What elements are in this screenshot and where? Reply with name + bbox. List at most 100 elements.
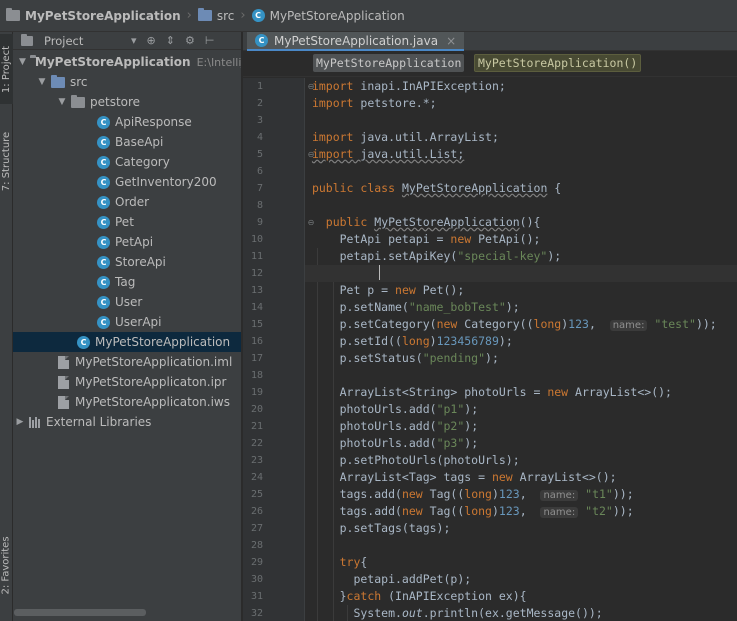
tree-file-item[interactable]: MyPetStoreApplicaton.iws bbox=[13, 392, 241, 412]
line-number: 32 bbox=[250, 608, 263, 619]
line-number: 7 bbox=[256, 183, 263, 194]
line-number: 26 bbox=[250, 506, 263, 517]
structure-tool-tab[interactable]: 7: Structure bbox=[0, 120, 13, 202]
code-area[interactable]: import inapi.InAPIException; import pets… bbox=[305, 78, 737, 621]
code-line: public MyPetStoreApplication(){ bbox=[325, 215, 541, 229]
line-number-gutter: 1 ⊖ 2 3 4 5 ⊖ 6 7 8 9 ⊖ 10 11 12 13 14 15 16 17 18 19 20 21 22 23… bbox=[243, 78, 314, 621]
line-number: 10 bbox=[250, 234, 263, 245]
line-number: 20 bbox=[250, 404, 263, 415]
gear-icon[interactable]: ⚙ bbox=[185, 34, 195, 47]
collapse-all-icon[interactable]: ⇕ bbox=[166, 34, 175, 47]
line-number: 27 bbox=[250, 523, 263, 534]
breadcrumb-src[interactable]: src bbox=[194, 0, 239, 31]
code-line: petapi.setApiKey("special-key"); bbox=[305, 249, 562, 263]
code-line: p.setCategory(new Category((long)123, na… bbox=[305, 317, 717, 331]
tree-class-item[interactable]: C Tag bbox=[13, 272, 241, 292]
code-line: p.setName("name_bobTest"); bbox=[305, 300, 520, 314]
line-number: 13 bbox=[250, 285, 263, 296]
class-icon: C bbox=[255, 34, 268, 47]
breadcrumb-file[interactable]: C MyPetStoreApplication bbox=[248, 0, 409, 31]
editor-tab-bar: C MyPetStoreApplication.java × bbox=[243, 32, 737, 51]
class-icon: C bbox=[97, 195, 110, 209]
collapse-arrow-icon[interactable]: ▶ bbox=[15, 417, 25, 427]
breadcrumb-project[interactable]: MyPetStoreApplication bbox=[2, 0, 185, 31]
class-icon: C bbox=[97, 235, 110, 249]
expand-arrow-icon[interactable]: ▼ bbox=[19, 57, 26, 67]
line-number: 3 bbox=[256, 115, 263, 126]
navigation-bar: MyPetStoreApplication › src › C MyPetSto… bbox=[0, 0, 737, 32]
code-line: photoUrls.add("p3"); bbox=[305, 436, 479, 450]
project-view-icon bbox=[21, 33, 33, 46]
breadcrumb-separator-icon: › bbox=[186, 8, 192, 23]
expand-arrow-icon[interactable]: ▼ bbox=[57, 97, 67, 107]
expand-arrow-icon[interactable]: ▼ bbox=[37, 77, 47, 87]
code-line: petapi.addPet(p); bbox=[305, 572, 472, 586]
code-line: photoUrls.add("p1"); bbox=[305, 402, 479, 416]
tree-class-item[interactable]: C BaseApi bbox=[13, 132, 241, 152]
class-icon: C bbox=[97, 295, 110, 309]
breadcrumb-separator-icon: › bbox=[240, 8, 246, 23]
tree-class-item[interactable]: C User bbox=[13, 292, 241, 312]
tree-class-item[interactable]: C PetApi bbox=[13, 232, 241, 252]
text-caret bbox=[379, 265, 380, 280]
file-icon bbox=[58, 355, 69, 369]
tree-package-folder[interactable]: ▼ petstore bbox=[13, 92, 241, 112]
library-icon bbox=[29, 416, 40, 428]
line-number: 21 bbox=[250, 421, 263, 432]
class-icon: C bbox=[97, 175, 110, 189]
horizontal-scrollbar[interactable] bbox=[14, 609, 146, 616]
tree-main-class-selected[interactable]: C MyPetStoreApplication bbox=[13, 332, 241, 352]
class-icon: C bbox=[97, 255, 110, 269]
class-breadcrumb-chip[interactable]: MyPetStoreApplication bbox=[313, 54, 465, 72]
tree-file-item[interactable]: MyPetStoreApplication.iml bbox=[13, 352, 241, 372]
tree-root[interactable]: ▼ MyPetStoreApplication E:\IntelliJP bbox=[13, 52, 241, 72]
line-number: 2 bbox=[256, 98, 263, 109]
project-panel-header: Project ▾ ⊕ ⇕ ⚙ ⊢ bbox=[13, 32, 241, 50]
line-number: 15 bbox=[250, 319, 263, 330]
line-number: 22 bbox=[250, 438, 263, 449]
editor-tab[interactable]: C MyPetStoreApplication.java × bbox=[247, 32, 465, 51]
tree-class-item[interactable]: C Category bbox=[13, 152, 241, 172]
project-tool-tab[interactable]: 1: Project bbox=[0, 34, 13, 104]
tree-external-libraries[interactable]: ▶ External Libraries bbox=[13, 412, 241, 432]
tree-src-folder[interactable]: ▼ src bbox=[13, 72, 241, 92]
locate-file-icon[interactable]: ⊕ bbox=[147, 34, 156, 47]
code-line: tags.add(new Tag((long)123, name: "t1"))… bbox=[305, 487, 634, 501]
tree-class-item[interactable]: C StoreApi bbox=[13, 252, 241, 272]
tree-class-item[interactable]: C UserApi bbox=[13, 312, 241, 332]
code-line: p.setPhotoUrls(photoUrls); bbox=[305, 453, 520, 467]
class-icon: C bbox=[97, 315, 110, 329]
code-line: try{ bbox=[339, 555, 368, 569]
source-folder-icon bbox=[51, 74, 65, 88]
favorites-tool-tab[interactable]: 2: Favorites bbox=[0, 524, 13, 606]
method-breadcrumb-chip[interactable]: MyPetStoreApplication() bbox=[474, 54, 642, 72]
code-line: ArrayList<Tag> tags = new ArrayList<>(); bbox=[305, 470, 617, 484]
view-dropdown-icon[interactable]: ▾ bbox=[131, 34, 137, 47]
tree-file-item[interactable]: MyPetStoreApplicaton.ipr bbox=[13, 372, 241, 392]
line-number: 23 bbox=[250, 455, 263, 466]
hide-panel-icon[interactable]: ⊢ bbox=[205, 34, 215, 47]
code-line: System.out.println(ex.getMessage()); bbox=[305, 606, 603, 620]
code-line: import java.util.List; bbox=[311, 147, 465, 161]
code-line: Pet p = new Pet(); bbox=[305, 283, 465, 297]
tool-window-strip: 1: Project 7: Structure 2: Favorites bbox=[0, 32, 13, 621]
line-number: 17 bbox=[250, 353, 263, 364]
tree-class-item[interactable]: C Order bbox=[13, 192, 241, 212]
code-line: tags.add(new Tag((long)123, name: "t2"))… bbox=[305, 504, 634, 518]
code-line: import petstore.*; bbox=[311, 96, 437, 110]
line-number: 5 bbox=[256, 149, 263, 160]
line-number: 18 bbox=[250, 370, 263, 381]
class-icon: C bbox=[97, 215, 110, 229]
class-icon: C bbox=[97, 135, 110, 149]
code-line: import inapi.InAPIException; bbox=[311, 79, 506, 93]
tree-class-item[interactable]: C Pet bbox=[13, 212, 241, 232]
class-icon: C bbox=[97, 115, 110, 129]
close-icon[interactable]: × bbox=[446, 34, 456, 48]
line-number: 11 bbox=[250, 251, 263, 262]
tree-class-item[interactable]: C ApiResponse bbox=[13, 112, 241, 132]
class-icon: C bbox=[77, 335, 90, 349]
tree-class-item[interactable]: C GetInventory200 bbox=[13, 172, 241, 192]
project-view-selector[interactable]: Project bbox=[44, 34, 126, 48]
line-number: 24 bbox=[250, 472, 263, 483]
file-icon bbox=[58, 375, 69, 389]
